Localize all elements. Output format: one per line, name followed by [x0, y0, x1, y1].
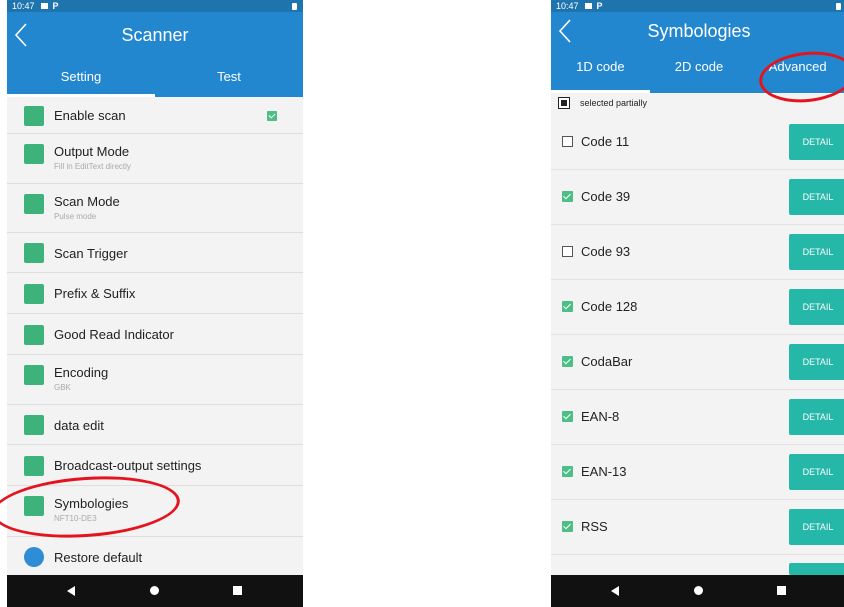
symbology-checkbox[interactable]	[562, 466, 573, 477]
indicator-icon	[24, 325, 44, 345]
status-bar: 10:47 P	[7, 0, 303, 12]
symbology-row: Code 11 DETAIL	[551, 115, 844, 170]
notification-icon	[40, 3, 48, 9]
symbology-checkbox[interactable]	[562, 356, 573, 367]
symbology-row: Code 39 DETAIL	[551, 170, 844, 225]
status-bar: 10:47 P	[551, 0, 844, 12]
restore-clock-icon	[24, 547, 44, 567]
settings-item[interactable]: Encoding GBK	[7, 355, 303, 405]
partial-select-checkbox[interactable]	[558, 97, 570, 109]
notification-icon	[584, 3, 592, 9]
settings-item-subtitle: GBK	[54, 383, 71, 392]
symbology-name: Code 39	[581, 189, 631, 204]
symbology-row: EAN-13 DETAIL	[551, 445, 844, 500]
detail-button[interactable]: DETAIL	[789, 344, 844, 380]
detail-button[interactable]: DETAIL	[789, 399, 844, 435]
app-bar: Symbologies	[551, 12, 844, 49]
symbology-checkbox[interactable]	[562, 301, 573, 312]
symbology-checkbox[interactable]	[562, 411, 573, 422]
tab-test[interactable]: Test	[155, 60, 303, 97]
parking-icon: P	[596, 1, 603, 11]
detail-button-partial[interactable]	[789, 563, 844, 575]
settings-item-label: Broadcast-output settings	[54, 458, 202, 473]
status-time: 10:47	[12, 1, 35, 11]
nav-home-icon[interactable]	[150, 586, 159, 595]
symbology-row: RSS DETAIL	[551, 500, 844, 555]
status-time: 10:47	[556, 1, 579, 11]
symbology-row: CodaBar DETAIL	[551, 335, 844, 390]
tab-bar: Setting Test	[7, 60, 303, 97]
settings-item-subtitle: Fill in EditText directly	[54, 162, 131, 171]
selected-partially-label: selected partially	[580, 98, 648, 108]
nav-back-icon[interactable]	[67, 586, 75, 596]
page-title: Symbologies	[647, 21, 751, 41]
detail-button[interactable]: DETAIL	[789, 454, 844, 490]
symbology-name: EAN-8	[581, 409, 620, 424]
tab-1d-code[interactable]: 1D code	[551, 49, 650, 93]
detail-button[interactable]: DETAIL	[789, 289, 844, 325]
battery-icon	[836, 3, 841, 10]
symbology-name: Code 128	[581, 299, 638, 314]
settings-item[interactable]: Output Mode Fill in EditText directly	[7, 134, 303, 184]
tab-setting[interactable]: Setting	[7, 60, 155, 97]
trigger-icon	[24, 243, 44, 263]
parking-icon: P	[52, 1, 59, 11]
settings-item-label: Restore default	[54, 550, 143, 565]
system-nav-bar	[551, 575, 844, 607]
settings-item-label: data edit	[54, 418, 104, 433]
symbology-row: Code 93 DETAIL	[551, 225, 844, 280]
settings-item-label: Scan Trigger	[54, 246, 128, 261]
settings-item-label: Prefix & Suffix	[54, 286, 136, 301]
symbology-checkbox[interactable]	[562, 246, 573, 257]
page-title: Scanner	[121, 25, 189, 45]
settings-item-label: Good Read Indicator	[54, 327, 174, 342]
nav-recent-icon[interactable]	[777, 586, 786, 595]
symbology-checkbox[interactable]	[562, 521, 573, 532]
symbology-name: EAN-13	[581, 464, 627, 479]
settings-item[interactable]: Prefix & Suffix	[7, 273, 303, 314]
settings-item-label: Output Mode	[54, 144, 130, 159]
symbology-checkbox[interactable]	[562, 191, 573, 202]
enable-scan-checkbox[interactable]	[267, 111, 277, 121]
settings-item[interactable]: Scan Trigger	[7, 233, 303, 273]
settings-item[interactable]: Enable scan	[7, 97, 303, 134]
detail-button[interactable]: DETAIL	[789, 234, 844, 270]
nav-back-icon[interactable]	[611, 586, 619, 596]
tab-2d-code[interactable]: 2D code	[650, 49, 749, 93]
app-bar: Scanner	[7, 12, 303, 60]
symbology-checkbox[interactable]	[562, 136, 573, 147]
detail-button[interactable]: DETAIL	[789, 124, 844, 160]
settings-item-label: Encoding	[54, 365, 109, 380]
settings-item-label: Enable scan	[54, 108, 126, 123]
settings-item[interactable]: Restore default	[7, 537, 303, 577]
output-arrow-icon	[24, 144, 44, 164]
symbology-name: CodaBar	[581, 354, 633, 369]
detail-button[interactable]: DETAIL	[789, 179, 844, 215]
detail-button[interactable]: DETAIL	[789, 509, 844, 545]
scan-mode-icon	[24, 194, 44, 214]
symbology-list: Code 11 DETAIL Code 39 DETAIL Code 93 DETAIL C…	[551, 115, 844, 575]
prefix-suffix-icon	[24, 284, 44, 304]
system-nav-bar	[7, 575, 303, 607]
symbology-row-partial	[551, 555, 844, 575]
settings-item[interactable]: Good Read Indicator	[7, 314, 303, 355]
settings-item[interactable]: Broadcast-output settings	[7, 445, 303, 486]
broadcast-icon	[24, 456, 44, 476]
symbology-row: Code 128 DETAIL	[551, 280, 844, 335]
settings-item-subtitle: Pulse mode	[54, 212, 97, 221]
symbology-name: Code 11	[581, 134, 630, 149]
encoding-icon	[24, 365, 44, 385]
battery-icon	[292, 3, 297, 10]
nav-recent-icon[interactable]	[233, 586, 242, 595]
symbology-name: Code 93	[581, 244, 631, 259]
symbology-row: EAN-8 DETAIL	[551, 390, 844, 445]
data-edit-icon	[24, 415, 44, 435]
nav-home-icon[interactable]	[694, 586, 703, 595]
settings-item[interactable]: data edit	[7, 405, 303, 445]
settings-item-label: Scan Mode	[54, 194, 120, 209]
barcode-scan-icon	[24, 106, 44, 126]
symbology-name: RSS	[581, 519, 608, 534]
settings-item[interactable]: Scan Mode Pulse mode	[7, 184, 303, 233]
